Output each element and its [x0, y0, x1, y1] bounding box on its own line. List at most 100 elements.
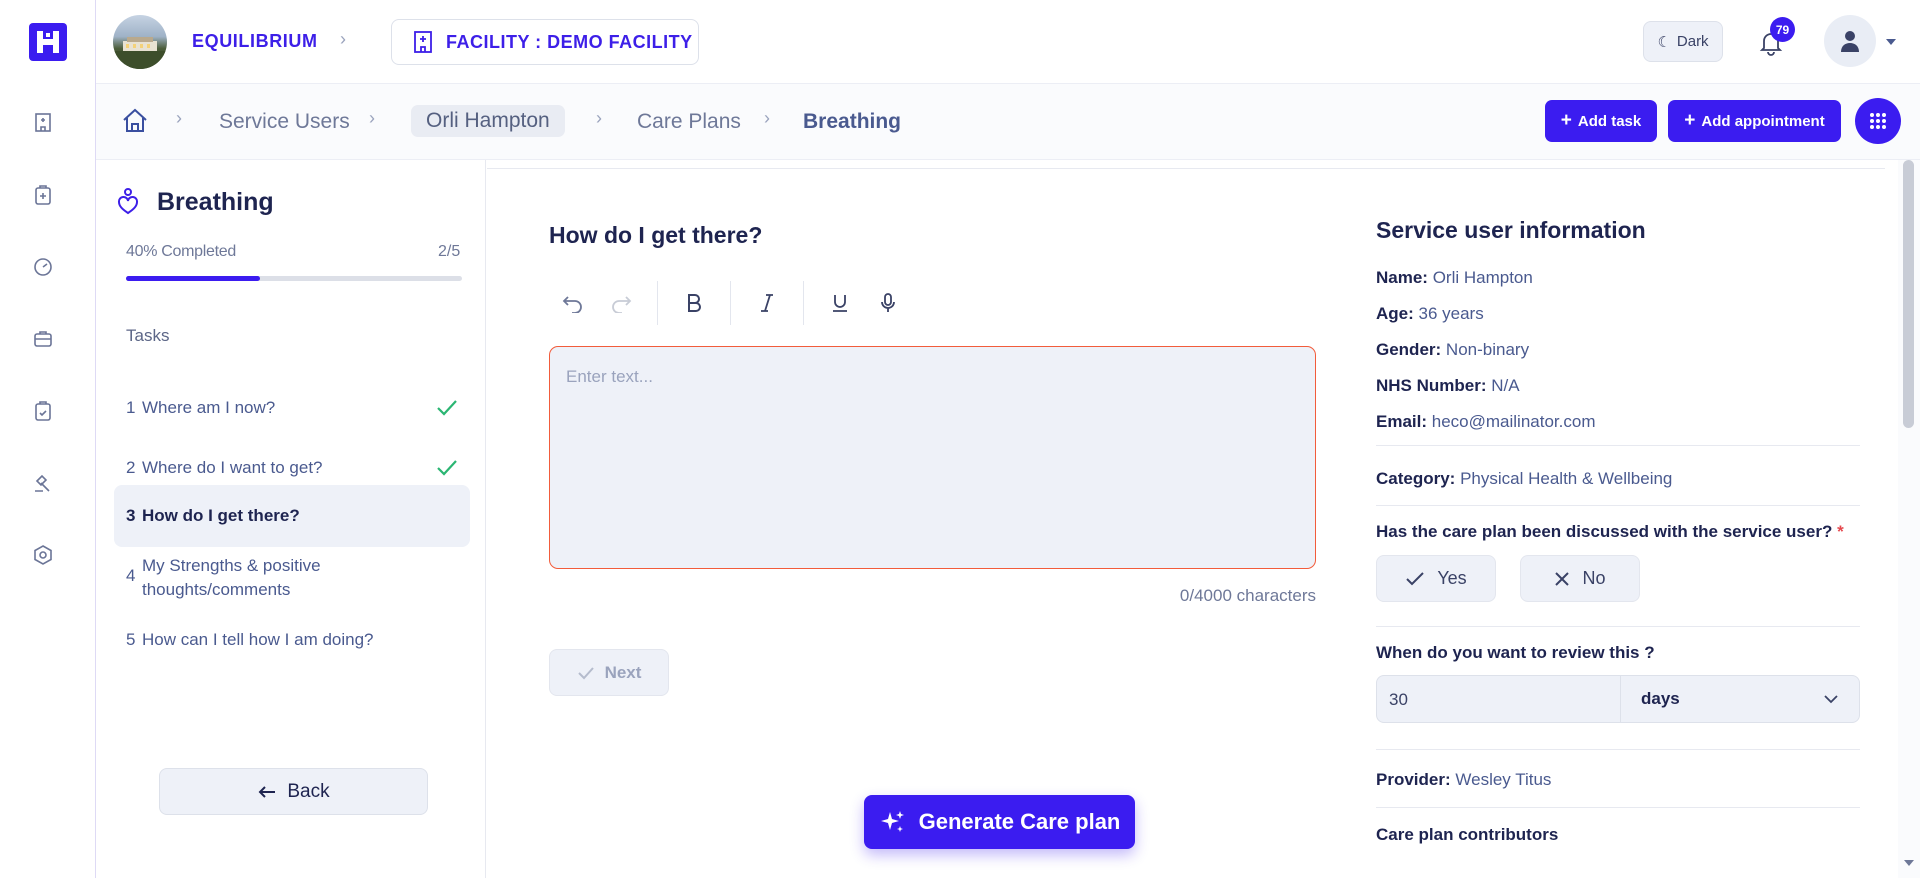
task-item[interactable]: 1 Where am I now? — [114, 384, 470, 432]
underline-button[interactable] — [816, 279, 864, 327]
info-nhs-number: NHS Number: N/A — [1376, 376, 1520, 396]
nav-dashboard-icon[interactable] — [30, 254, 56, 280]
add-appointment-label: Add appointment — [1701, 112, 1825, 130]
editor-toolbar — [549, 279, 912, 327]
next-label: Next — [604, 662, 642, 682]
breadcrumb-current: Breathing — [803, 110, 902, 133]
facility-selector[interactable]: FACILITY : DEMO FACILITY — [391, 19, 699, 65]
yes-button[interactable]: Yes — [1376, 555, 1496, 602]
yes-label: Yes — [1437, 568, 1467, 588]
organisation-avatar[interactable] — [113, 15, 167, 69]
page-scrollbar[interactable] — [1898, 160, 1920, 878]
gender-value: Non-binary — [1445, 340, 1530, 359]
age-label: Age: — [1376, 304, 1414, 323]
facility-label: FACILITY : DEMO FACILITY — [446, 31, 693, 52]
care-plan-title: Breathing — [157, 188, 274, 216]
back-button[interactable]: Back — [159, 768, 428, 815]
app-root: EQUILIBRIUM › FACILITY : DEMO FACILITY ☾… — [0, 0, 1920, 878]
name-value: Orli Hampton — [1432, 268, 1533, 287]
breadcrumb-service-users[interactable]: Service Users — [219, 110, 350, 134]
check-icon — [437, 460, 457, 476]
breadcrumb: › Service Users › Orli Hampton › Care Pl… — [96, 84, 1920, 160]
chevron-right-icon: › — [176, 108, 182, 128]
italic-button[interactable] — [743, 279, 791, 327]
progress-label: 40% Completed — [126, 243, 236, 260]
redo-button[interactable] — [597, 279, 645, 327]
moon-icon: ☾ — [1657, 33, 1671, 51]
care-plan-text-editor[interactable]: Enter text... — [549, 346, 1316, 569]
generate-care-plan-button[interactable]: Generate Care plan — [864, 795, 1135, 849]
dark-mode-toggle[interactable]: ☾ Dark — [1643, 21, 1723, 62]
organisation-name[interactable]: EQUILIBRIUM — [192, 31, 318, 52]
category-label: Category: — [1376, 469, 1456, 488]
toolbar-divider — [657, 281, 658, 325]
review-number-input[interactable]: 30 — [1377, 676, 1621, 722]
check-icon — [577, 666, 594, 679]
info-category: Category: Physical Health & Wellbeing — [1376, 469, 1672, 489]
nav-checklist-icon[interactable] — [30, 398, 56, 424]
care-heart-icon — [117, 187, 139, 220]
italic-icon — [761, 294, 773, 312]
plus-icon: + — [1560, 110, 1572, 131]
home-icon[interactable] — [120, 106, 150, 136]
divider — [1376, 807, 1860, 808]
gender-label: Gender: — [1376, 340, 1442, 359]
nav-care-icon[interactable] — [30, 182, 56, 208]
hospital-icon — [414, 31, 432, 53]
chevron-right-icon: › — [340, 29, 346, 49]
chevron-down-icon — [1824, 695, 1838, 704]
task-label: How can I tell how I am doing? — [142, 630, 374, 649]
side-rail — [0, 0, 96, 878]
review-unit-value: days — [1641, 689, 1680, 708]
main-content: How do I get there? Enter text... 0/4000… — [487, 168, 1885, 878]
discussed-question-text: Has the care plan been discussed with th… — [1376, 522, 1833, 541]
no-button[interactable]: No — [1520, 555, 1640, 602]
divider — [1376, 505, 1860, 506]
app-logo[interactable] — [29, 23, 67, 61]
toolbar-divider — [803, 281, 804, 325]
character-count: 0/4000 characters — [1179, 586, 1316, 605]
provider-label: Provider: — [1376, 770, 1451, 789]
back-label: Back — [287, 780, 330, 802]
scroll-down-icon[interactable] — [1903, 857, 1915, 869]
breadcrumb-care-plans[interactable]: Care Plans — [637, 110, 741, 134]
undo-button[interactable] — [549, 279, 597, 327]
add-appointment-button[interactable]: + Add appointment — [1668, 100, 1841, 142]
microphone-icon — [881, 293, 895, 312]
question-title: How do I get there? — [549, 222, 763, 248]
chevron-right-icon: › — [764, 108, 770, 128]
required-marker: * — [1837, 522, 1844, 541]
task-panel: Breathing 40% Completed 2/5 Tasks 1 Wher… — [97, 160, 486, 878]
user-avatar[interactable] — [1824, 15, 1876, 67]
user-icon — [1841, 31, 1859, 52]
theme-label: Dark — [1676, 33, 1709, 50]
task-item-active[interactable]: 3 How do I get there? — [114, 485, 470, 547]
tasks-heading: Tasks — [126, 326, 170, 345]
nav-settings-icon[interactable] — [30, 542, 56, 568]
info-provider: Provider: Wesley Titus — [1376, 770, 1551, 790]
generate-care-plan-label: Generate Care plan — [918, 809, 1121, 834]
bold-icon — [688, 294, 701, 312]
add-task-button[interactable]: + Add task — [1545, 100, 1657, 142]
breadcrumb-service-user-name[interactable]: Orli Hampton — [411, 105, 565, 137]
microphone-button[interactable] — [864, 279, 912, 327]
task-item[interactable]: 4 My Strengths & positive thoughts/comme… — [114, 552, 470, 602]
task-item[interactable]: 5 How can I tell how I am doing? — [114, 616, 470, 664]
progress-bar — [126, 276, 462, 281]
logo-icon — [37, 31, 59, 53]
chevron-down-icon[interactable] — [1884, 34, 1898, 52]
divider — [1376, 445, 1860, 446]
nav-facility-icon[interactable] — [30, 109, 56, 135]
nav-gavel-icon[interactable] — [30, 470, 56, 496]
task-number: 1 — [126, 398, 136, 417]
next-button[interactable]: Next — [549, 649, 669, 696]
nav-briefcase-icon[interactable] — [30, 326, 56, 352]
no-label: No — [1582, 568, 1606, 588]
task-label: My Strengths & positive thoughts/comment… — [142, 556, 321, 599]
review-unit-select[interactable]: days — [1621, 676, 1859, 722]
add-task-label: Add task — [1577, 112, 1642, 130]
grid-icon — [1870, 113, 1886, 129]
scrollbar-thumb[interactable] — [1903, 160, 1914, 428]
apps-menu-button[interactable] — [1855, 98, 1901, 144]
bold-button[interactable] — [670, 279, 718, 327]
